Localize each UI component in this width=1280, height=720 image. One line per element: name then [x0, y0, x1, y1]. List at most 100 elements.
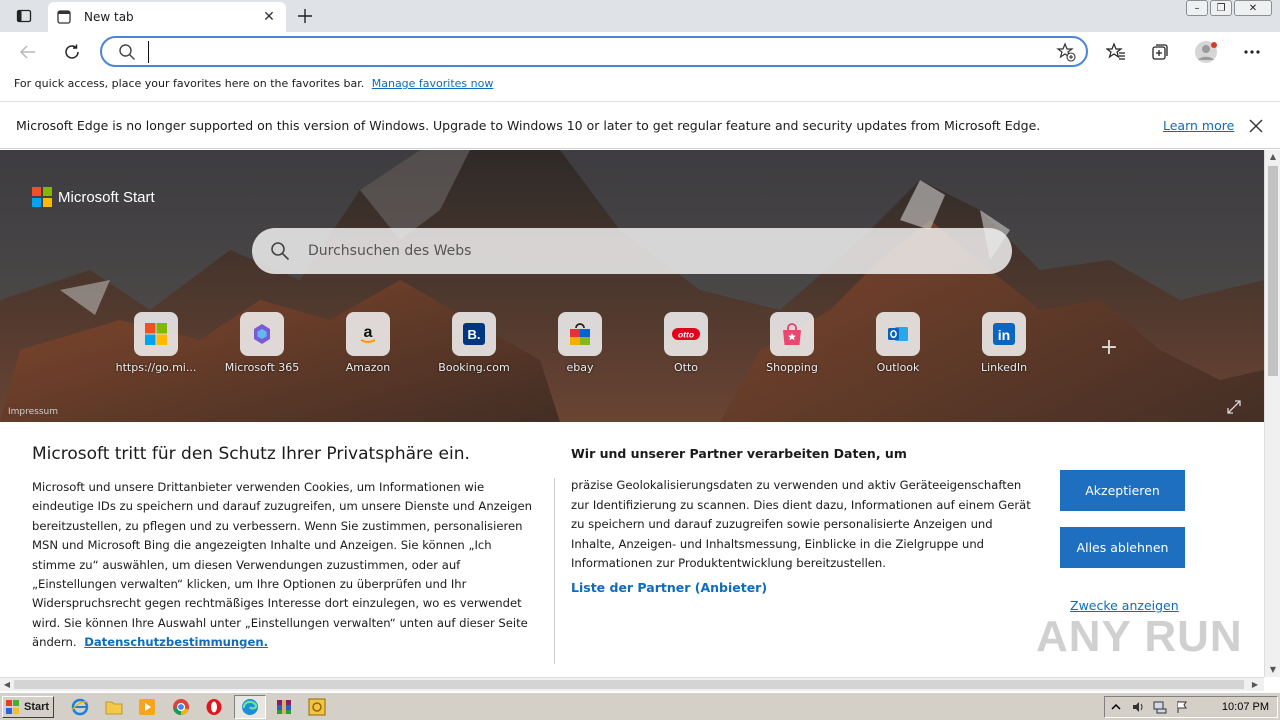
- tab-actions-button[interactable]: [8, 5, 40, 27]
- learn-more-link[interactable]: Learn more: [1163, 118, 1234, 133]
- refresh-icon: [65, 44, 79, 59]
- reject-all-button[interactable]: Alles ablehnen: [1060, 527, 1185, 568]
- plus-icon: [298, 9, 312, 23]
- app-icon[interactable]: [307, 697, 327, 717]
- expand-icon[interactable]: [1226, 399, 1242, 415]
- quick-link-tile[interactable]: Shopping: [747, 312, 837, 382]
- favorites-icon: [1106, 42, 1125, 60]
- start-label: Start: [24, 701, 50, 713]
- tray-expand-icon[interactable]: [1109, 700, 1123, 714]
- impressum-link[interactable]: Impressum: [8, 407, 58, 417]
- scroll-right-icon[interactable]: ▶: [1248, 678, 1262, 692]
- search-icon: [119, 44, 135, 60]
- winrar-icon[interactable]: [274, 697, 294, 717]
- tab-title: New tab: [84, 10, 134, 24]
- notice-close-button[interactable]: [1246, 116, 1266, 136]
- web-search-box[interactable]: Durchsuchen des Webs: [252, 228, 1012, 274]
- quick-link-label: Otto: [673, 361, 698, 374]
- horizontal-scroll-thumb[interactable]: [14, 680, 1244, 689]
- quick-link-tile[interactable]: https://go.mi...: [111, 312, 201, 382]
- tab-close-icon[interactable]: ✕: [260, 8, 278, 26]
- window-controls: – ❐ ✕: [1186, 0, 1272, 18]
- back-arrow-icon: [19, 45, 35, 59]
- minimize-button[interactable]: –: [1186, 0, 1208, 16]
- vertical-scroll-thumb[interactable]: [1268, 166, 1278, 376]
- profile-button[interactable]: [1192, 38, 1220, 66]
- close-window-button[interactable]: ✕: [1234, 0, 1272, 16]
- consent-divider: [554, 478, 555, 664]
- system-tray: 10:07 PM: [1104, 696, 1278, 718]
- action-center-flag-icon[interactable]: [1175, 700, 1189, 714]
- consent-body: Microsoft und unsere Drittanbieter verwe…: [32, 478, 537, 653]
- partners-title: Wir und unserer Partner verarbeiten Date…: [571, 446, 907, 461]
- media-player-icon[interactable]: [137, 697, 157, 717]
- tab-bar: New tab ✕ – ❐ ✕: [0, 0, 1280, 32]
- collections-icon: [1152, 44, 1168, 60]
- quick-link-tile[interactable]: Microsoft 365: [217, 312, 307, 382]
- quick-link-tile[interactable]: B. Booking.com: [429, 312, 519, 382]
- refresh-button[interactable]: [56, 36, 88, 68]
- quick-link-tile[interactable]: Outlook: [853, 312, 943, 382]
- quick-link-tile[interactable]: otto Otto: [641, 312, 731, 382]
- svg-text:in: in: [998, 327, 1010, 343]
- manage-favorites-link[interactable]: Manage favorites now: [372, 77, 494, 90]
- web-search-placeholder: Durchsuchen des Webs: [308, 243, 472, 259]
- tab-new-tab[interactable]: New tab ✕: [48, 2, 286, 32]
- microsoft-365-icon: [240, 312, 284, 356]
- quick-link-tile[interactable]: a Amazon: [323, 312, 413, 382]
- accept-button[interactable]: Akzeptieren: [1060, 470, 1185, 511]
- more-options-icon: [1244, 50, 1260, 54]
- scroll-left-icon[interactable]: ◀: [0, 678, 14, 692]
- scroll-up-icon[interactable]: ▲: [1265, 150, 1280, 164]
- horizontal-scrollbar[interactable]: ◀ ▶: [0, 677, 1264, 691]
- address-bar[interactable]: [100, 36, 1088, 67]
- show-purposes-link[interactable]: Zwecke anzeigen: [1070, 598, 1179, 613]
- settings-menu-button[interactable]: [1238, 38, 1266, 66]
- privacy-statement-link[interactable]: Datenschutzbestimmungen.: [84, 635, 268, 649]
- volume-icon[interactable]: [1131, 700, 1145, 714]
- add-quick-link-icon[interactable]: +: [1098, 337, 1120, 360]
- network-icon[interactable]: [1153, 700, 1167, 714]
- quick-link-label: Outlook: [876, 361, 920, 374]
- scroll-down-icon[interactable]: ▼: [1265, 663, 1280, 677]
- notice-text: Microsoft Edge is no longer supported on…: [16, 118, 1041, 133]
- windows-taskbar: Start 10:07 PM: [0, 692, 1280, 720]
- ebay-icon: [558, 312, 602, 356]
- quick-link-label: Booking.com: [438, 361, 510, 374]
- add-favorite-icon[interactable]: [1056, 42, 1076, 62]
- outlook-icon: [876, 312, 920, 356]
- consent-body-text: Microsoft und unsere Drittanbieter verwe…: [32, 480, 532, 650]
- favorites-button[interactable]: [1102, 38, 1130, 66]
- windows-icon: [134, 312, 178, 356]
- vertical-scrollbar[interactable]: ▲ ▼: [1264, 150, 1280, 677]
- hero-background: Microsoft Start Durchsuchen des Webs htt…: [0, 150, 1264, 422]
- file-explorer-icon[interactable]: [104, 697, 124, 717]
- brand-name: Microsoft Start: [58, 188, 155, 206]
- restore-button[interactable]: ❐: [1210, 0, 1232, 16]
- close-icon: [1249, 119, 1263, 133]
- back-button[interactable]: [12, 36, 44, 68]
- shopping-icon: [770, 312, 814, 356]
- consent-title: Microsoft tritt für den Schutz Ihrer Pri…: [32, 444, 470, 464]
- search-icon: [271, 242, 290, 261]
- internet-explorer-icon[interactable]: [70, 697, 90, 717]
- new-tab-button[interactable]: [292, 4, 318, 28]
- favorites-bar: For quick access, place your favorites h…: [0, 72, 1280, 98]
- partner-list-link[interactable]: Liste der Partner (Anbieter): [571, 580, 767, 595]
- chrome-icon[interactable]: [171, 697, 191, 717]
- start-button[interactable]: Start: [2, 696, 54, 718]
- clock[interactable]: 10:07 PM: [1222, 701, 1269, 713]
- opera-icon[interactable]: [204, 697, 224, 717]
- quick-link-tile[interactable]: ebay: [535, 312, 625, 382]
- new-tab-icon: [56, 9, 72, 25]
- microsoft-start-logo[interactable]: Microsoft Start: [32, 187, 155, 207]
- booking-icon: B.: [452, 312, 496, 356]
- anyrun-watermark: ANY RUN: [1036, 612, 1243, 661]
- quick-link-tile[interactable]: in LinkedIn: [959, 312, 1049, 382]
- linkedin-icon: in: [982, 312, 1026, 356]
- address-input[interactable]: [148, 41, 1028, 63]
- quick-link-label: Microsoft 365: [224, 361, 300, 374]
- quick-link-label: LinkedIn: [980, 361, 1028, 374]
- collections-button[interactable]: [1146, 38, 1174, 66]
- quick-link-label: Shopping: [766, 361, 818, 374]
